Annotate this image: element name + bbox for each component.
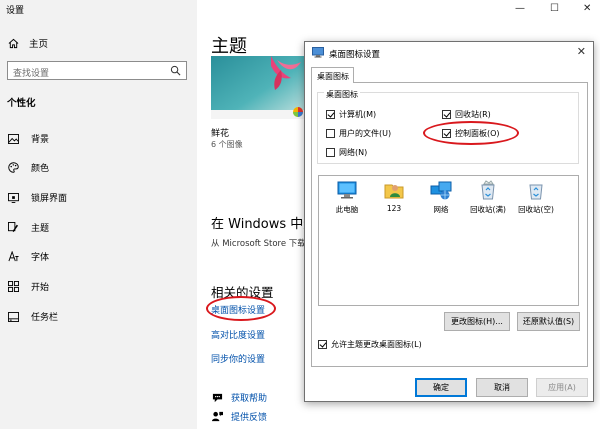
- page-title: 主题: [211, 36, 247, 57]
- store-heading: 在 Windows 中进: [211, 217, 317, 232]
- checkbox-label: 回收站(R): [455, 110, 491, 119]
- tab-desktop-icons[interactable]: 桌面图标: [311, 67, 354, 83]
- user-folder-icon: [384, 184, 404, 199]
- search-placeholder: 查找设置: [13, 69, 50, 79]
- checkbox-label: 用户的文件(U): [339, 129, 392, 138]
- change-icon-button[interactable]: 更改图标(H)...: [444, 312, 510, 331]
- icon-item-user-files[interactable]: 123: [369, 179, 419, 213]
- flower-wallpaper-image: [211, 56, 306, 119]
- checkbox-recycle-bin[interactable]: 回收站(R): [442, 109, 491, 120]
- recycle-bin-full-icon: [481, 180, 495, 200]
- icon-label: 网络: [433, 205, 449, 214]
- sidebar-item-label: 颜色: [31, 164, 50, 174]
- theme-thumbnail[interactable]: [211, 56, 306, 119]
- icon-item-network[interactable]: 网络: [416, 179, 466, 215]
- icon-label: 回收站(满): [470, 205, 506, 214]
- checkbox-box: [442, 110, 451, 119]
- icon-label: 123: [386, 204, 402, 213]
- window-title: 设置: [6, 6, 25, 16]
- sidebar-section-title: 个性化: [7, 98, 36, 109]
- store-subtext: 从 Microsoft Store 下载: [211, 239, 306, 249]
- get-help-label: 获取帮助: [231, 394, 268, 404]
- group-label: 桌面图标: [324, 89, 360, 100]
- feedback-link[interactable]: 提供反馈: [212, 410, 267, 423]
- palette-icon: [8, 162, 19, 173]
- sidebar-item-themes[interactable]: 主题: [8, 221, 49, 234]
- sidebar-item-label: 主题: [31, 224, 50, 234]
- sidebar-item-fonts[interactable]: 字体: [8, 250, 49, 263]
- checkbox-box: [326, 148, 335, 157]
- network-icon: [430, 181, 452, 200]
- font-icon: [8, 251, 19, 262]
- theme-name: 鲜花: [211, 129, 230, 139]
- sidebar-item-label: 任务栏: [31, 313, 59, 323]
- theme-image-count: 6 个图像: [211, 140, 243, 149]
- start-icon: [8, 281, 19, 292]
- highlight-ellipse-link: [206, 296, 276, 321]
- icon-label: 回收站(空): [518, 205, 554, 214]
- taskbar-icon: [8, 311, 19, 322]
- feedback-label: 提供反馈: [231, 413, 268, 423]
- cancel-button[interactable]: 取消: [476, 378, 528, 397]
- sidebar-item-label: 背景: [31, 135, 50, 145]
- desktop-icon-list[interactable]: 此电脑 123 网络 回收站(满) 回收站(空): [318, 175, 579, 306]
- theme-brush-icon: [8, 222, 19, 233]
- home-icon: [8, 38, 19, 48]
- minimize-button[interactable]: —: [515, 3, 525, 14]
- icon-item-recycle-bin-empty[interactable]: 回收站(空): [511, 179, 561, 215]
- sidebar-item-lockscreen[interactable]: 锁屏界面: [8, 191, 67, 204]
- checkbox-box: [318, 340, 327, 349]
- feedback-person-icon: [212, 411, 223, 422]
- checkbox-label: 网络(N): [339, 148, 368, 157]
- sidebar-item-label: 锁屏界面: [31, 194, 68, 204]
- sidebar-item-taskbar[interactable]: 任务栏: [8, 310, 58, 323]
- apply-button[interactable]: 应用(A): [536, 378, 588, 397]
- close-window-button[interactable]: ✕: [583, 3, 591, 14]
- picture-icon: [8, 133, 19, 144]
- dialog-title: 桌面图标设置: [329, 50, 381, 60]
- sidebar-item-label: 字体: [31, 253, 50, 263]
- sidebar-home-label: 主页: [29, 39, 49, 50]
- icon-label: 此电脑: [335, 205, 359, 214]
- checkbox-box: [326, 110, 335, 119]
- restore-default-button[interactable]: 还原默认值(S): [517, 312, 580, 331]
- checkbox-user-files[interactable]: 用户的文件(U): [326, 128, 391, 139]
- checkbox-box: [326, 129, 335, 138]
- lock-screen-icon: [8, 192, 19, 203]
- maximize-button[interactable]: ☐: [550, 3, 559, 14]
- icon-item-recycle-bin-full[interactable]: 回收站(满): [463, 179, 513, 215]
- sidebar-home[interactable]: 主页: [8, 36, 48, 50]
- search-input[interactable]: 查找设置: [7, 61, 187, 80]
- dialog-titlebar[interactable]: 桌面图标设置 ✕: [305, 42, 593, 64]
- search-icon: [170, 65, 181, 76]
- checkbox-label: 允许主题更改桌面图标(L): [331, 340, 422, 349]
- sync-settings-link[interactable]: 同步你的设置: [211, 352, 265, 365]
- help-chat-icon: [212, 393, 223, 403]
- settings-sidebar: 设置 主页 查找设置 个性化 背景 颜色 锁屏界面 主题 字体 开始 任务栏: [0, 0, 197, 429]
- high-contrast-settings-link[interactable]: 高对比度设置: [211, 328, 265, 341]
- desktop-settings-icon: [312, 47, 324, 58]
- sidebar-item-background[interactable]: 背景: [8, 132, 49, 145]
- computer-icon: [337, 181, 357, 199]
- highlight-ellipse-control-panel: [423, 121, 519, 145]
- icon-item-this-pc[interactable]: 此电脑: [322, 179, 372, 215]
- sidebar-item-start[interactable]: 开始: [8, 280, 49, 293]
- sidebar-item-label: 开始: [31, 283, 50, 293]
- get-help-link[interactable]: 获取帮助: [212, 391, 267, 404]
- checkbox-allow-themes[interactable]: 允许主题更改桌面图标(L): [318, 339, 422, 350]
- ok-button[interactable]: 确定: [415, 378, 467, 397]
- dialog-close-button[interactable]: ✕: [577, 45, 586, 58]
- checkbox-network[interactable]: 网络(N): [326, 147, 367, 158]
- recycle-bin-empty-icon: [529, 184, 543, 200]
- checkbox-label: 计算机(M): [339, 110, 377, 119]
- checkbox-computer[interactable]: 计算机(M): [326, 109, 376, 120]
- sidebar-item-colors[interactable]: 颜色: [8, 161, 49, 174]
- desktop-icon-settings-dialog: 桌面图标设置 ✕ 桌面图标 桌面图标 计算机(M) 回收站(R) 用户的文件(U…: [304, 41, 594, 402]
